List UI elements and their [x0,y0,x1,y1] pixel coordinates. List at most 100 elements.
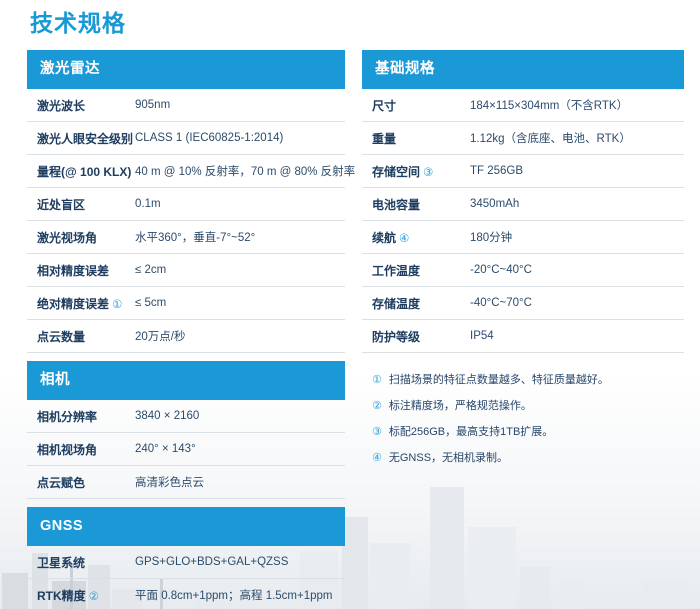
spec-label: 近处盲区 [37,198,85,212]
spec-value: IP54 [470,330,494,342]
footnote-number: ① [372,367,382,393]
spec-value: 3840 × 2160 [135,410,199,422]
spec-value: GPS+GLO+BDS+GAL+QZSS [135,556,288,568]
spec-value: 240° × 143° [135,443,196,455]
spec-label-cell: 电池容量 [362,196,470,213]
spec-label: 相对精度误差 [37,264,109,278]
spec-value: -40°C~70°C [470,297,532,309]
spec-label-cell: 激光波长 [27,97,135,114]
spec-label-cell: 相对精度误差 [27,262,135,279]
footnote-text: 无GNSS，无相机录制。 [389,445,508,471]
spec-label-cell: 存储空间③ [362,163,470,180]
page-title: 技术规格 [30,8,684,38]
footnote-marker: ② [89,591,99,603]
spec-row: 相机分辨率 3840 × 2160 [27,400,345,433]
spec-row: 相对精度误差 ≤ 2cm [27,254,345,287]
spec-label: 绝对精度误差 [37,297,109,311]
spec-row: 工作温度 -20°C~40°C [362,254,684,287]
spec-value: 20万点/秒 [135,328,186,344]
spec-label-cell: 绝对精度误差① [27,295,135,312]
spec-label-cell: RTK精度② [27,587,135,604]
spec-label: 卫星系统 [37,556,85,570]
section-header: GNSS [27,507,345,546]
footnote-number: ③ [372,419,382,445]
spec-section: 基础规格尺寸184×115×304mm（不含RTK）重量1.12kg（含底座、电… [362,50,684,353]
spec-label: 点云数量 [37,330,85,344]
spec-label-cell: 工作温度 [362,262,470,279]
spec-label: 续航 [372,231,396,245]
section-header: 相机 [27,361,345,400]
spec-label-cell: 相机视场角 [27,441,135,458]
spec-row: RTK精度②平面 0.8cm+1ppm；高程 1.5cm+1ppm [27,579,345,609]
spec-label: 工作温度 [372,264,420,278]
spec-label-cell: 相机分辨率 [27,408,135,425]
spec-label: 防护等级 [372,330,420,344]
spec-value: 3450mAh [470,198,519,210]
spec-label: 激光人眼安全级别 [37,132,133,146]
spec-label: 激光视场角 [37,231,97,245]
footnote-number: ② [372,393,382,419]
spec-section: GNSS 卫星系统 GPS+GLO+BDS+GAL+QZSS RTK精度②平面 0.8… [27,507,345,609]
left-column: 激光雷达激光波长 905nm 激光人眼安全级别CLASS 1 (IEC60825-1… [27,50,345,609]
spec-value: 0.1m [135,198,161,210]
spec-label: 相机分辨率 [37,410,97,424]
footnote-item: ③标配256GB，最高支持1TB扩展。 [372,419,684,445]
footnote-item: ② 标注精度场，严格规范操作。 [372,393,684,419]
right-column-sections: 基础规格尺寸184×115×304mm（不含RTK）重量1.12kg（含底座、电… [362,50,684,353]
spec-row: 激光波长 905nm [27,89,345,122]
spec-value: ≤ 2cm [135,264,166,276]
spec-label-cell: 续航④ [362,229,470,246]
footnote-marker: ③ [423,167,433,179]
spec-label-cell: 存储温度 [362,295,470,312]
spec-label-cell: 卫星系统 [27,554,135,571]
spec-row: 电池容量 3450mAh [362,188,684,221]
section-header: 激光雷达 [27,50,345,89]
spec-label-cell: 激光人眼安全级别 [27,130,135,147]
content-area: 技术规格 激光雷达激光波长 905nm 激光人眼安全级别CLASS 1 (IEC60… [0,0,700,609]
spec-label-cell: 量程(@ 100 KLX) [27,163,135,180]
spec-row: 量程(@ 100 KLX)40 m @ 10% 反射率，70 m @ 80% 反… [27,155,345,188]
spec-columns: 激光雷达激光波长 905nm 激光人眼安全级别CLASS 1 (IEC60825-1… [27,50,684,609]
spec-label: 电池容量 [372,198,420,212]
spec-value: 905nm [135,99,170,111]
spec-value: 180分钟 [470,229,512,245]
footnote-marker: ① [112,299,122,311]
spec-section: 激光雷达激光波长 905nm 激光人眼安全级别CLASS 1 (IEC60825-1… [27,50,345,353]
spec-label: 激光波长 [37,99,85,113]
spec-row: 尺寸184×115×304mm（不含RTK） [362,89,684,122]
spec-row: 续航④180分钟 [362,221,684,254]
spec-label: 点云赋色 [37,476,85,490]
spec-value: -20°C~40°C [470,264,532,276]
spec-row: 绝对精度误差①≤ 5cm [27,287,345,320]
footnote-text: 标注精度场，严格规范操作。 [389,393,532,419]
footnote-item: ① 扫描场景的特征点数量越多、特征质量越好。 [372,367,684,393]
spec-label: 重量 [372,132,396,146]
spec-label: 存储空间 [372,165,420,179]
spec-value: 40 m @ 10% 反射率，70 m @ 80% 反射率 [135,163,355,179]
spec-value: 1.12kg（含底座、电池、RTK） [470,130,631,146]
spec-label-cell: 点云赋色 [27,474,135,491]
spec-label: 相机视场角 [37,443,97,457]
spec-row: 重量 1.12kg（含底座、电池、RTK） [362,122,684,155]
spec-label-cell: 防护等级 [362,328,470,345]
spec-row: 存储空间③TF 256GB [362,155,684,188]
spec-label-cell: 尺寸 [362,97,470,114]
footnote-text: 扫描场景的特征点数量越多、特征质量越好。 [389,367,609,393]
spec-label-cell: 近处盲区 [27,196,135,213]
section-header: 基础规格 [362,50,684,89]
spec-row: 近处盲区 0.1m [27,188,345,221]
spec-value: 184×115×304mm（不含RTK） [470,97,628,113]
spec-row: 相机视场角 240° × 143° [27,433,345,466]
spec-label-cell: 激光视场角 [27,229,135,246]
footnotes-list: ① 扫描场景的特征点数量越多、特征质量越好。 ② 标注精度场，严格规范操作。③标配25… [362,367,684,471]
spec-row: 点云数量 20万点/秒 [27,320,345,353]
spec-row: 防护等级 IP54 [362,320,684,353]
spec-row: 激光人眼安全级别CLASS 1 (IEC60825-1:2014) [27,122,345,155]
footnote-number: ④ [372,445,382,471]
spec-value: CLASS 1 (IEC60825-1:2014) [135,132,283,144]
spec-section: 相机相机分辨率3840 × 2160相机视场角240° × 143°点云赋色高清… [27,361,345,499]
footnote-item: ④ 无GNSS，无相机录制。 [372,445,684,471]
right-column: 基础规格尺寸184×115×304mm（不含RTK）重量1.12kg（含底座、电… [362,50,684,471]
spec-label: RTK精度 [37,589,86,603]
spec-value: 水平360°，垂直-7°~52° [135,229,255,245]
